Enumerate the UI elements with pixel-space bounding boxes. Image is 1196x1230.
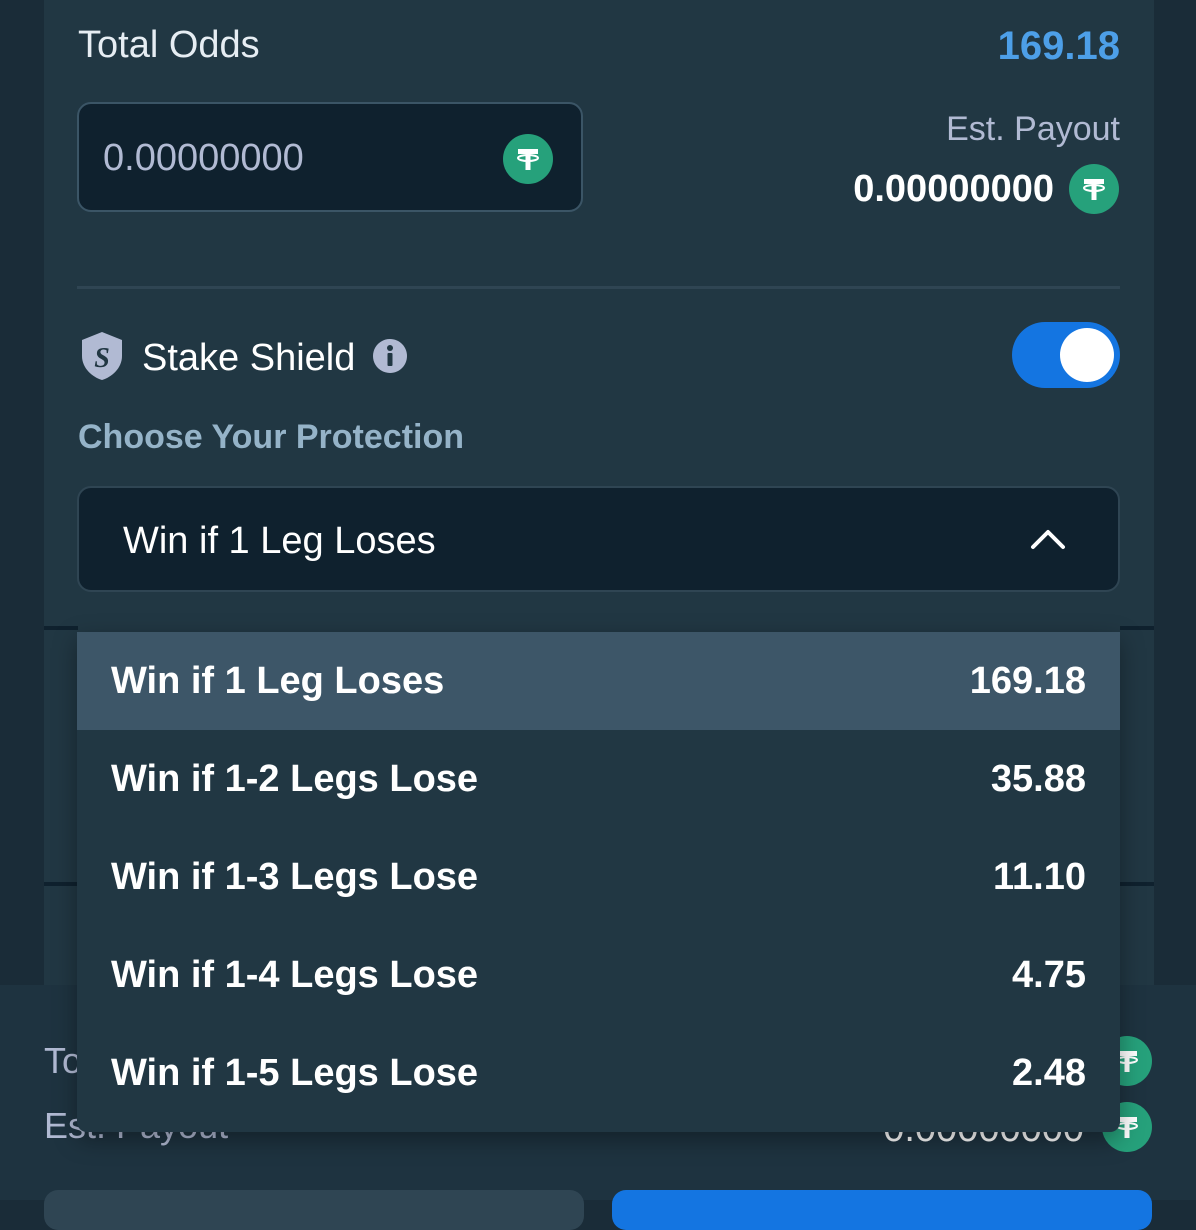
protection-option[interactable]: Win if 1-4 Legs Lose 4.75: [77, 926, 1120, 1024]
est-payout-label: Est. Payout: [946, 110, 1120, 148]
protection-option[interactable]: Win if 1-3 Legs Lose 11.10: [77, 828, 1120, 926]
protection-option[interactable]: Win if 1-2 Legs Lose 35.88: [77, 730, 1120, 828]
toggle-knob: [1060, 328, 1114, 382]
background-button-right: [612, 1190, 1152, 1230]
stake-shield-label: Stake Shield: [142, 336, 356, 379]
protection-dropdown-menu: Win if 1 Leg Loses 169.18 Win if 1-2 Leg…: [77, 632, 1120, 1132]
option-label: Win if 1-4 Legs Lose: [111, 953, 479, 996]
option-label: Win if 1-2 Legs Lose: [111, 757, 479, 800]
option-odds: 2.48: [1012, 1051, 1086, 1094]
option-odds: 169.18: [969, 659, 1086, 702]
stake-shield-toggle[interactable]: [1012, 322, 1120, 388]
divider: [1120, 882, 1154, 886]
option-label: Win if 1-5 Legs Lose: [111, 1051, 479, 1094]
est-payout-value: 0.00000000: [853, 168, 1054, 210]
tether-icon: [503, 134, 553, 184]
total-odds-value: 169.18: [997, 24, 1120, 68]
background-button-left: [44, 1190, 584, 1230]
divider: [1120, 626, 1154, 630]
protection-option[interactable]: Win if 1-5 Legs Lose 2.48: [77, 1024, 1120, 1122]
option-odds: 4.75: [1012, 953, 1086, 996]
stake-amount-input[interactable]: 0.00000000: [77, 102, 583, 212]
shield-icon: S: [78, 330, 126, 387]
info-icon[interactable]: [371, 337, 409, 380]
divider: [44, 882, 78, 886]
option-odds: 11.10: [993, 855, 1086, 898]
option-label: Win if 1-3 Legs Lose: [111, 855, 479, 898]
svg-text:S: S: [94, 343, 110, 374]
option-label: Win if 1 Leg Loses: [111, 659, 445, 702]
choose-protection-heading: Choose Your Protection: [78, 418, 465, 456]
stake-amount-value: 0.00000000: [103, 137, 304, 179]
option-odds: 35.88: [990, 757, 1086, 800]
total-odds-label: Total Odds: [78, 24, 260, 66]
tether-icon: [1069, 164, 1119, 214]
protection-option[interactable]: Win if 1 Leg Loses 169.18: [77, 632, 1120, 730]
stake-shield-row: S Stake Shield: [78, 328, 409, 388]
chevron-up-icon: [1030, 526, 1066, 555]
protection-select[interactable]: Win if 1 Leg Loses: [77, 486, 1120, 592]
section-divider: [77, 286, 1120, 289]
divider: [44, 626, 78, 630]
protection-selected-value: Win if 1 Leg Loses: [123, 520, 436, 562]
